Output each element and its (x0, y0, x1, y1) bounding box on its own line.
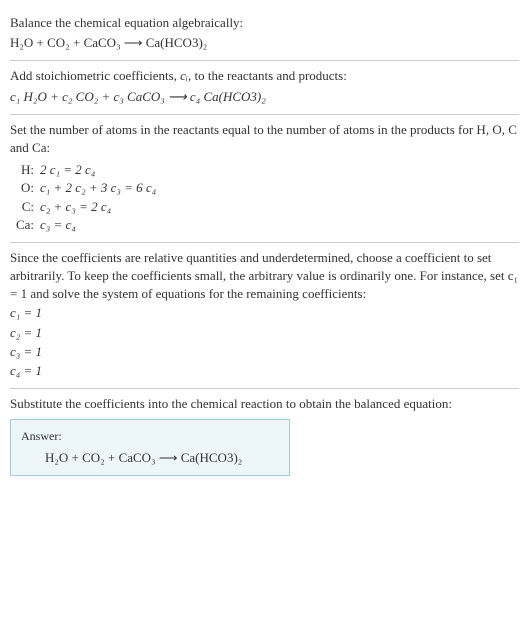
atom-equation: c₃ = c₄ (40, 216, 519, 234)
coeff-item: c₁ = 1 (10, 304, 519, 322)
atom-element: Ca: (12, 216, 40, 234)
section-problem: Balance the chemical equation algebraica… (10, 8, 519, 61)
section-result: Substitute the coefficients into the che… (10, 389, 519, 484)
atom-element: O: (12, 179, 40, 197)
atom-row: H: 2 c₁ = 2 c₄ (12, 161, 519, 179)
stoich-equation: c₁ H₂O + c₂ CO₂ + c₃ CaCO₃ ⟶ c₄ Ca(HCO3)… (10, 88, 519, 106)
stoich-ci: cᵢ (180, 68, 188, 83)
problem-title: Balance the chemical equation algebraica… (10, 14, 519, 32)
atom-element: H: (12, 161, 40, 179)
problem-equation: H₂O + CO₂ + CaCO₃ ⟶ Ca(HCO3)₂ (10, 34, 519, 52)
coeff-item: c₂ = 1 (10, 324, 519, 342)
stoich-title-a: Add stoichiometric coefficients, (10, 68, 180, 83)
coeff-list: c₁ = 1 c₂ = 1 c₃ = 1 c₄ = 1 (10, 304, 519, 380)
atom-equation: c₂ + c₃ = 2 c₄ (40, 198, 519, 216)
answer-label: Answer: (21, 428, 279, 445)
result-title: Substitute the coefficients into the che… (10, 395, 519, 413)
coeff-item: c₄ = 1 (10, 362, 519, 380)
atom-equation: c₁ + 2 c₂ + 3 c₃ = 6 c₄ (40, 179, 519, 197)
atom-row: Ca: c₃ = c₄ (12, 216, 519, 234)
atoms-title: Set the number of atoms in the reactants… (10, 121, 519, 157)
solve-title: Since the coefficients are relative quan… (10, 249, 519, 304)
atom-row: O: c₁ + 2 c₂ + 3 c₃ = 6 c₄ (12, 179, 519, 197)
atom-element: C: (12, 198, 40, 216)
answer-equation: H₂O + CO₂ + CaCO₃ ⟶ Ca(HCO3)₂ (21, 449, 279, 467)
atom-equation: 2 c₁ = 2 c₄ (40, 161, 519, 179)
section-solve: Since the coefficients are relative quan… (10, 243, 519, 389)
answer-box: Answer: H₂O + CO₂ + CaCO₃ ⟶ Ca(HCO3)₂ (10, 419, 290, 476)
atoms-table: H: 2 c₁ = 2 c₄ O: c₁ + 2 c₂ + 3 c₃ = 6 c… (12, 161, 519, 234)
section-atoms: Set the number of atoms in the reactants… (10, 115, 519, 243)
stoich-title-b: , to the reactants and products: (188, 68, 347, 83)
atom-row: C: c₂ + c₃ = 2 c₄ (12, 198, 519, 216)
coeff-item: c₃ = 1 (10, 343, 519, 361)
stoich-title: Add stoichiometric coefficients, cᵢ, to … (10, 67, 519, 85)
section-stoichiometric: Add stoichiometric coefficients, cᵢ, to … (10, 61, 519, 114)
